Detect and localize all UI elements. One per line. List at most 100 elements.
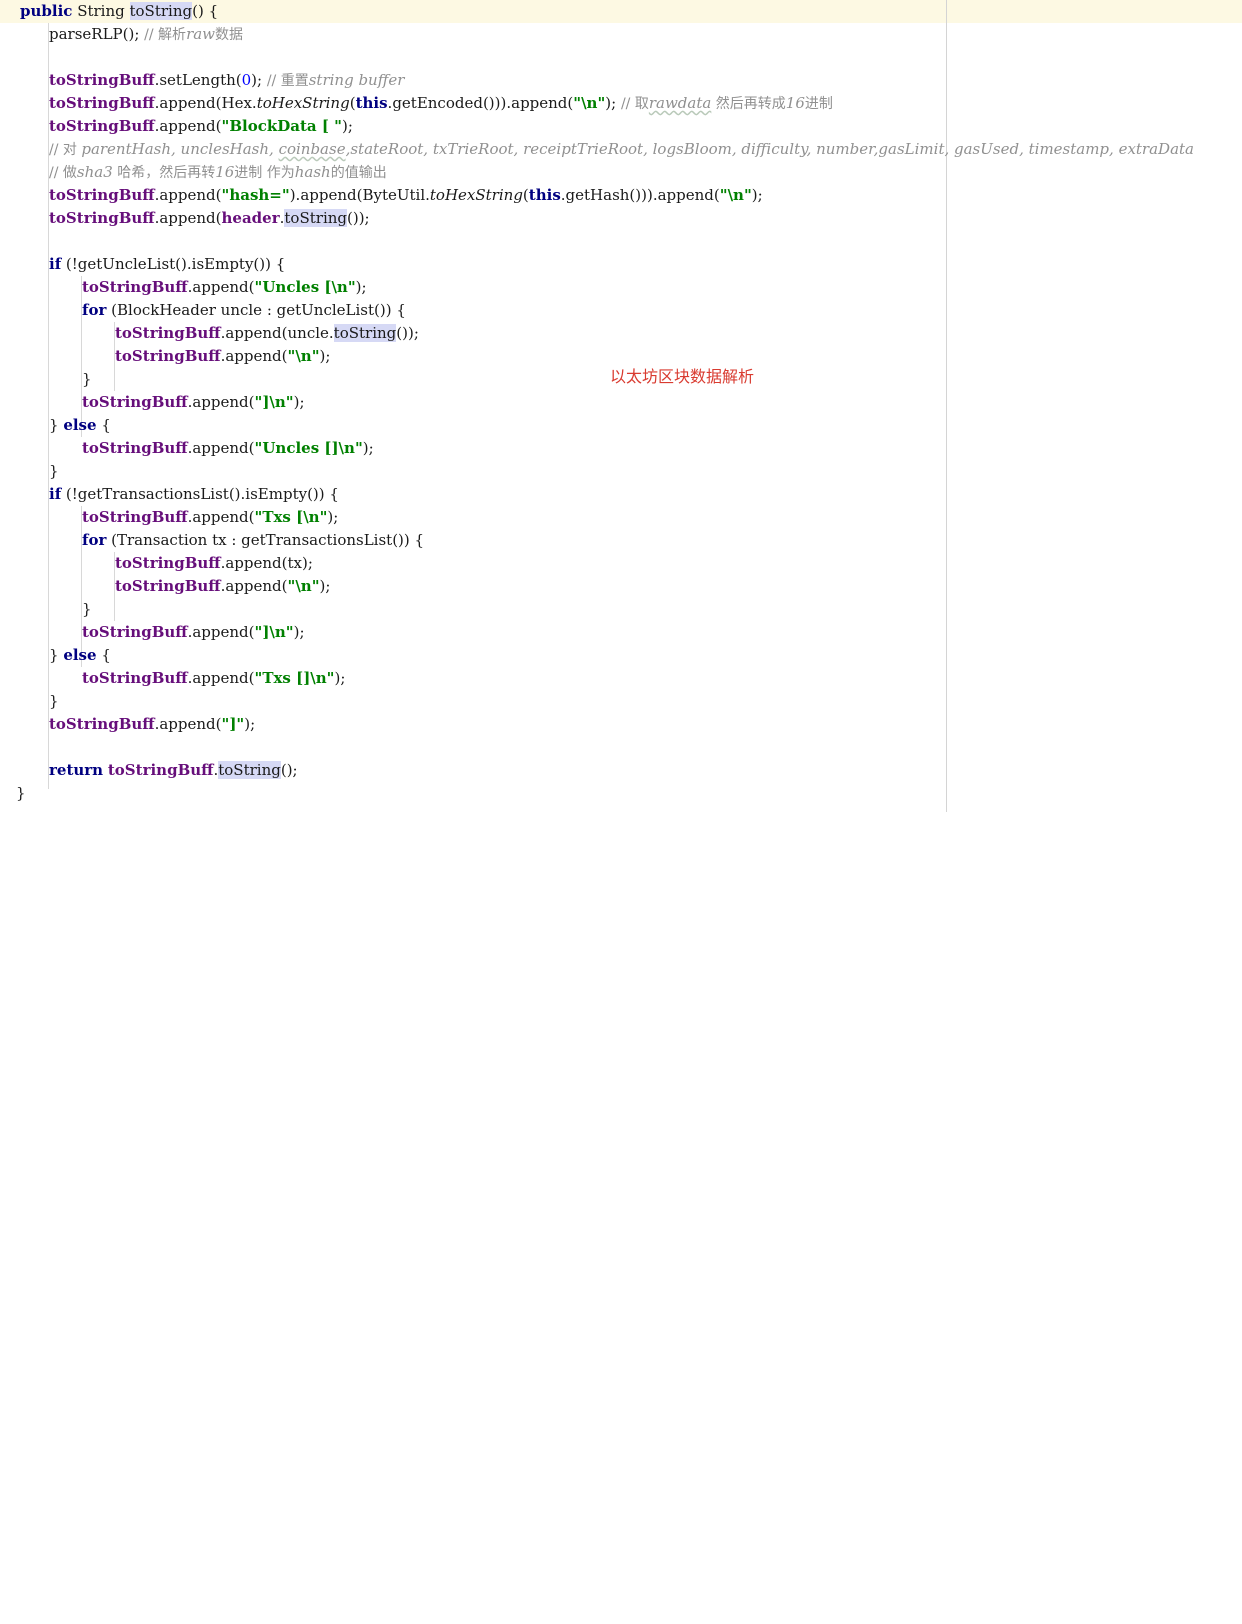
token-text: }: [49, 416, 64, 434]
comment-header-fields-rest: ,stateRoot, txTrieRoot, receiptTrieRoot,…: [345, 140, 1194, 158]
token-text: .append(: [220, 577, 288, 595]
code-line-29[interactable]: } else {: [0, 644, 1242, 667]
comment-header-fields-head: // 对: [49, 142, 82, 158]
comment-rawdata-tail2: 进制: [804, 96, 833, 112]
code-line-32[interactable]: toStringBuff.append("]");: [0, 713, 1242, 736]
comment-reset-buffer: // 重置: [266, 73, 309, 89]
code-line-26[interactable]: toStringBuff.append("\n");: [0, 575, 1242, 598]
token-text: .append(: [187, 508, 255, 526]
comment-sha3-num: 16: [215, 163, 235, 181]
comment-rawdata-num: 16: [785, 94, 805, 112]
token-text: .append(uncle.: [220, 324, 334, 342]
code-line-13[interactable]: toStringBuff.append("Uncles [\n");: [0, 276, 1242, 299]
token-text: );: [327, 508, 339, 526]
code-line-8[interactable]: // 做sha3 哈希，然后再转16进制 作为hash的值输出: [0, 161, 1242, 184]
code-line-5[interactable]: toStringBuff.append(Hex.toHexString(this…: [0, 92, 1242, 115]
code-line-15[interactable]: toStringBuff.append(uncle.toString());: [0, 322, 1242, 345]
code-line-20[interactable]: toStringBuff.append("Uncles []\n");: [0, 437, 1242, 460]
comment-header-fields-list: parentHash, unclesHash,: [81, 140, 279, 158]
token-text: .setLength(: [154, 71, 242, 89]
token-highlight-tostring: toString: [218, 761, 281, 779]
token-text: .getEncoded())).append(: [387, 94, 574, 112]
code-line-10[interactable]: toStringBuff.append(header.toString());: [0, 207, 1242, 230]
code-line-35[interactable]: }: [0, 782, 1242, 805]
token-field-tostringbuff: toStringBuff: [49, 94, 155, 112]
token-field-tostringbuff: toStringBuff: [82, 669, 188, 687]
token-string-uncles-open: "Uncles [\n": [254, 278, 356, 296]
token-field-tostringbuff: toStringBuff: [82, 393, 188, 411]
comment-coinbase-typo: coinbase: [278, 140, 346, 158]
code-line-28[interactable]: toStringBuff.append("]\n");: [0, 621, 1242, 644]
code-line-7[interactable]: // 对 parentHash, unclesHash, coinbase,st…: [0, 138, 1242, 161]
token-text: );: [362, 439, 374, 457]
token-field-tostringbuff: toStringBuff: [115, 577, 221, 595]
comment-sha3-hash: hash: [294, 163, 331, 181]
code-line-18[interactable]: toStringBuff.append("]\n");: [0, 391, 1242, 414]
code-line-33-blank[interactable]: [0, 736, 1242, 759]
code-editor[interactable]: public String toString() { parseRLP(); /…: [0, 0, 1242, 812]
code-line-21[interactable]: }: [0, 460, 1242, 483]
token-brace-close: }: [49, 692, 59, 710]
token-text: ());: [347, 209, 370, 227]
code-line-23[interactable]: toStringBuff.append("Txs [\n");: [0, 506, 1242, 529]
token-text: ).append(ByteUtil.: [289, 186, 430, 204]
token-text: );: [341, 117, 353, 135]
token-keyword-for: for: [82, 531, 107, 549]
code-line-14[interactable]: for (BlockHeader uncle : getUncleList())…: [0, 299, 1242, 322]
token-brace-close: }: [82, 370, 92, 388]
code-line-30[interactable]: toStringBuff.append("Txs []\n");: [0, 667, 1242, 690]
token-string-newline: "\n": [287, 347, 320, 365]
token-field-tostringbuff: toStringBuff: [115, 347, 221, 365]
code-line-4[interactable]: toStringBuff.setLength(0); // 重置string b…: [0, 69, 1242, 92]
token-brace-close: }: [82, 600, 92, 618]
code-line-12[interactable]: if (!getUncleList().isEmpty()) {: [0, 253, 1242, 276]
code-line-19[interactable]: } else {: [0, 414, 1242, 437]
token-text: );: [319, 347, 331, 365]
token-text: );: [244, 715, 256, 733]
code-line-9[interactable]: toStringBuff.append("hash=").append(Byte…: [0, 184, 1242, 207]
token-text: .append(tx);: [220, 554, 313, 572]
code-line-3-blank[interactable]: [0, 46, 1242, 69]
code-line-27[interactable]: }: [0, 598, 1242, 621]
code-line-31[interactable]: }: [0, 690, 1242, 713]
token-text: .append(: [187, 623, 255, 641]
code-line-22[interactable]: if (!getTransactionsList().isEmpty()) {: [0, 483, 1242, 506]
code-line-2[interactable]: parseRLP(); // 解析raw数据: [0, 23, 1242, 46]
token-number-zero: 0: [241, 71, 252, 89]
code-content[interactable]: public String toString() { parseRLP(); /…: [0, 0, 1242, 1624]
token-text: (!getUncleList().isEmpty()) {: [61, 255, 286, 273]
code-line-11-blank[interactable]: [0, 230, 1242, 253]
token-text: .append(: [187, 393, 255, 411]
code-line-24[interactable]: for (Transaction tx : getTransactionsLis…: [0, 529, 1242, 552]
token-text: );: [605, 94, 621, 112]
token-text: (!getTransactionsList().isEmpty()) {: [61, 485, 339, 503]
token-method-tohexstring: toHexString: [256, 94, 350, 112]
token-string-newline: "\n": [573, 94, 606, 112]
token-field-tostringbuff: toStringBuff: [49, 715, 155, 733]
token-keyword-else: else: [63, 416, 97, 434]
token-field-tostringbuff: toStringBuff: [115, 324, 221, 342]
token-method-tohexstring: toHexString: [429, 186, 523, 204]
code-line-6[interactable]: toStringBuff.append("BlockData [ ");: [0, 115, 1242, 138]
token-field-tostringbuff: toStringBuff: [82, 439, 188, 457]
token-text: );: [251, 71, 267, 89]
token-field-tostringbuff: toStringBuff: [49, 186, 155, 204]
code-line-25[interactable]: toStringBuff.append(tx);: [0, 552, 1242, 575]
code-line-34[interactable]: return toStringBuff.toString();: [0, 759, 1242, 782]
token-field-tostringbuff: toStringBuff: [115, 554, 221, 572]
token-text: {: [96, 646, 111, 664]
token-string-uncles-empty: "Uncles []\n": [254, 439, 363, 457]
comment-parse-raw-tail: 数据: [215, 27, 244, 43]
token-text: );: [319, 577, 331, 595]
code-line-1[interactable]: public String toString() {: [0, 0, 1242, 23]
token-text: );: [355, 278, 367, 296]
token-field-tostringbuff: toStringBuff: [107, 761, 214, 779]
token-field-tostringbuff: toStringBuff: [49, 117, 155, 135]
token-highlight-tostring: toString: [129, 2, 193, 20]
token-keyword-public: public: [20, 2, 73, 20]
comment-sha3-mid: 哈希，然后再转: [112, 165, 216, 181]
token-keyword-this: this: [528, 186, 561, 204]
token-string-txs-open: "Txs [\n": [254, 508, 328, 526]
token-text: .append(: [154, 715, 222, 733]
token-string-newline: "\n": [719, 186, 752, 204]
